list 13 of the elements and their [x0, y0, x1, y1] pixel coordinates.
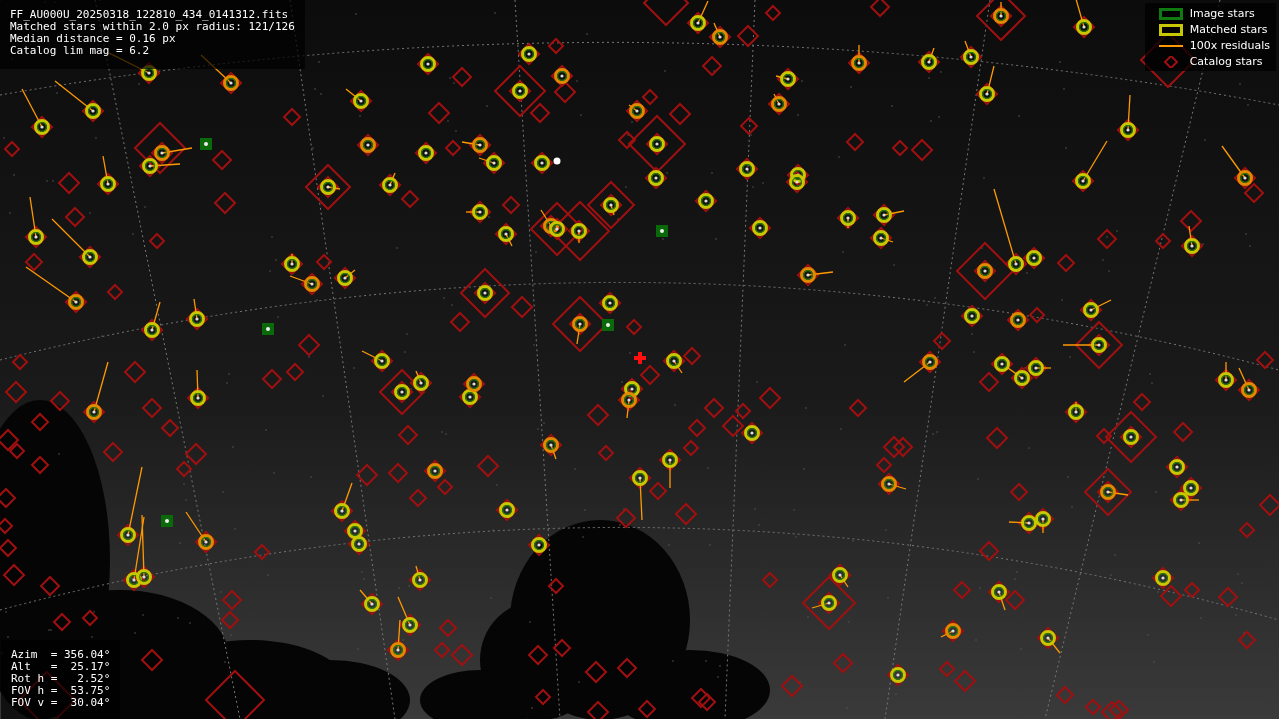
info-line: FOV h = 53.75° — [11, 685, 111, 697]
info-line: FF_AU000U_20250318_122810_434_0141312.fits — [10, 9, 290, 21]
info-line: Azim = 356.04° — [11, 649, 111, 661]
info-line: Matched stars within 2.0 px radius: 121/126 — [10, 21, 295, 33]
info-line: Alt = 25.17° — [11, 661, 111, 673]
info-line: Catalog lim mag = 6.2 — [10, 45, 151, 57]
legend-label: 100x residuals — [1189, 39, 1270, 52]
info-line: FOV v = 30.04° — [11, 697, 111, 709]
legend-label: Catalog stars — [1189, 55, 1263, 68]
info-line: Median distance = 0.16 px — [10, 33, 177, 45]
legend-label: Image stars — [1189, 7, 1255, 20]
info-line: Rot h = 2.52° — [11, 673, 111, 685]
legend-label: Matched stars — [1189, 23, 1268, 36]
